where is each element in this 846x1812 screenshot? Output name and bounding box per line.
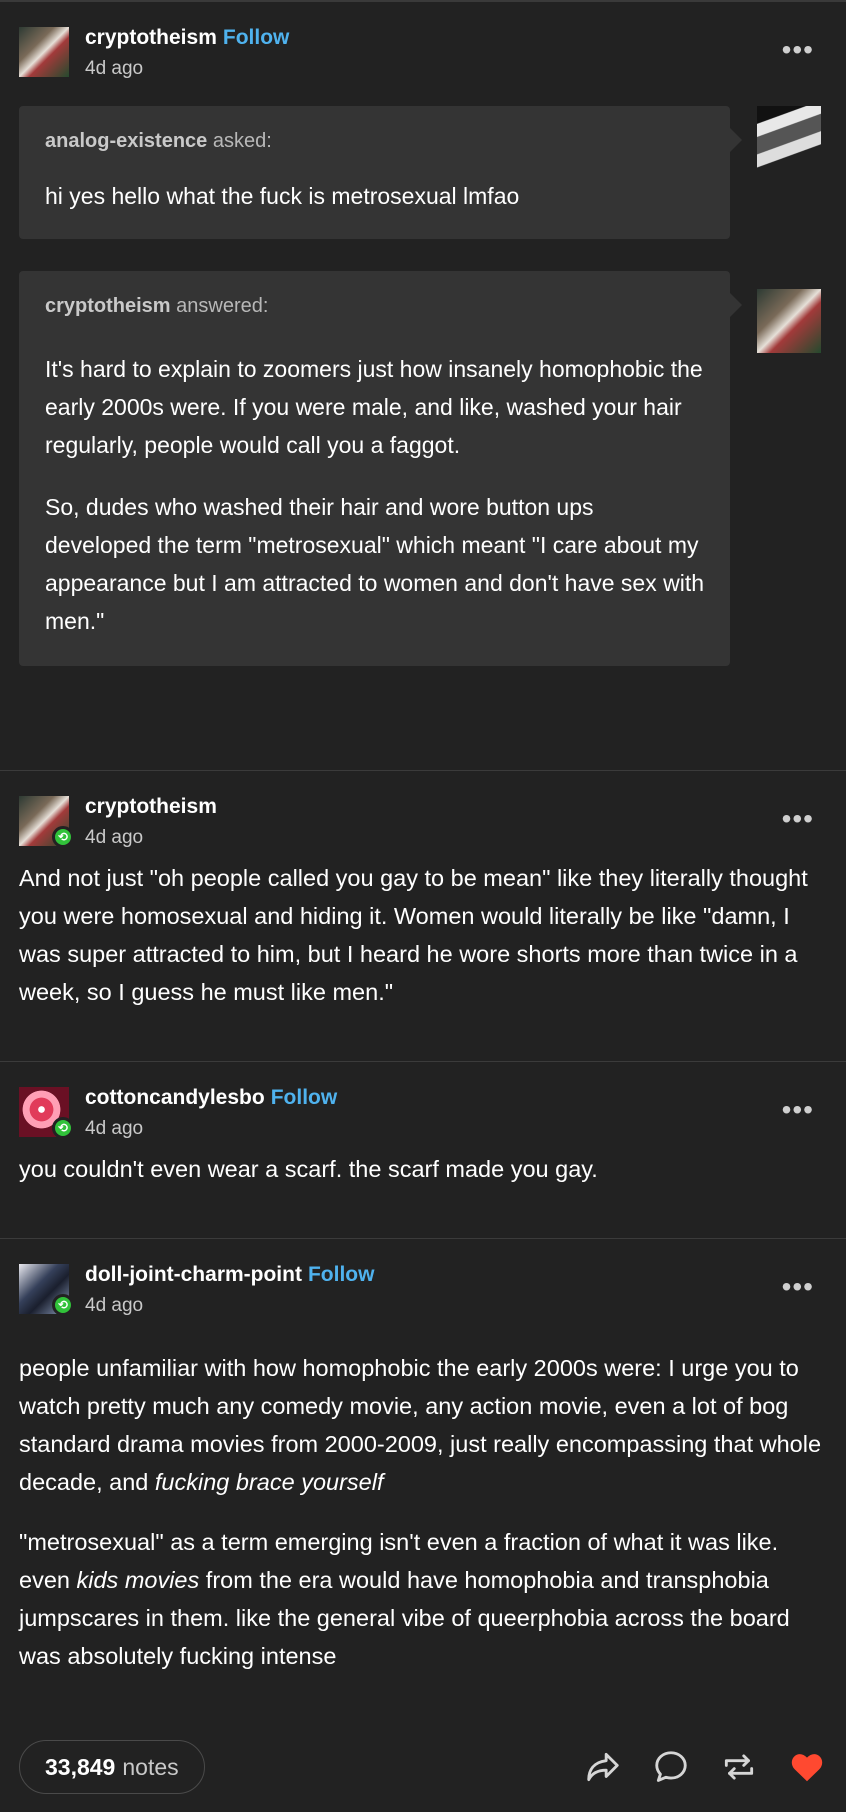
reblog-cottoncandylesbo: ⟲ cottoncandylesbo Follow 4d ago ••• you … [0, 1062, 846, 1239]
username[interactable]: cryptotheism [85, 26, 217, 49]
timestamp[interactable]: 4d ago [85, 1118, 143, 1140]
avatar[interactable] [19, 27, 69, 77]
post-actions [584, 1748, 826, 1786]
post-header: ⟲ doll-joint-charm-point Follow 4d ago ••… [0, 1239, 846, 1316]
share-icon[interactable] [584, 1748, 622, 1786]
reblog-text: you couldn't even wear a scarf. the scar… [0, 1150, 846, 1188]
username[interactable]: doll-joint-charm-point [85, 1263, 302, 1286]
reblog-text: people unfamiliar with how homophobic th… [0, 1349, 846, 1675]
more-options-icon[interactable]: ••• [782, 1273, 814, 1301]
asked-label: asked: [212, 130, 272, 152]
reblog-paragraph: you couldn't even wear a scarf. the scar… [19, 1156, 598, 1182]
ask-bubble: analog-existence asked: hi yes hello wha… [19, 106, 742, 239]
like-icon[interactable] [788, 1748, 826, 1786]
reblog-badge-icon: ⟲ [52, 1117, 74, 1139]
answer-paragraph: It's hard to explain to zoomers just how… [45, 356, 703, 458]
asker-avatar[interactable] [757, 106, 821, 170]
timestamp[interactable]: 4d ago [85, 827, 143, 849]
reblog-badge-icon: ⟲ [52, 1294, 74, 1316]
timestamp[interactable]: 4d ago [85, 1295, 143, 1317]
asker-name[interactable]: analog-existence [45, 130, 207, 152]
post-header: ⟲ cottoncandylesbo Follow 4d ago ••• [0, 1062, 846, 1139]
post-page: cryptotheism Follow 4d ago ••• analog-exi… [0, 0, 846, 1812]
answer-bubble: cryptotheism answered: It's hard to expl… [19, 271, 742, 666]
answered-label: answered: [176, 295, 269, 317]
reblog-doll-joint-charm-point: ⟲ doll-joint-charm-point Follow 4d ago ••… [0, 1239, 846, 1675]
post-header: ⟲ cryptotheism 4d ago ••• [0, 771, 846, 848]
notes-label: notes [122, 1753, 179, 1780]
username[interactable]: cottoncandylesbo [85, 1086, 265, 1109]
ask-question: hi yes hello what the fuck is metrosexua… [45, 183, 520, 209]
answer-paragraph: So, dudes who washed their hair and wore… [45, 494, 705, 634]
more-options-icon[interactable]: ••• [782, 36, 814, 64]
more-options-icon[interactable]: ••• [782, 805, 814, 833]
original-post: cryptotheism Follow 4d ago ••• analog-exi… [0, 2, 846, 771]
more-options-icon[interactable]: ••• [782, 1096, 814, 1124]
reblog-paragraph: people unfamiliar with how homophobic th… [19, 1355, 822, 1495]
reblog-paragraph: "metrosexual" as a term emerging isn't e… [19, 1529, 790, 1669]
answer-text: It's hard to explain to zoomers just how… [45, 350, 704, 640]
timestamp[interactable]: 4d ago [85, 58, 143, 80]
post-header: cryptotheism Follow 4d ago ••• [0, 2, 846, 79]
reblog-paragraph: And not just "oh people called you gay t… [19, 865, 808, 1005]
notes-button[interactable]: 33,849 notes [19, 1740, 205, 1794]
follow-button[interactable]: Follow [223, 26, 290, 49]
answerer-avatar[interactable] [757, 289, 821, 353]
reblog-text: And not just "oh people called you gay t… [0, 859, 846, 1011]
reblog-badge-icon: ⟲ [52, 826, 74, 848]
reply-icon[interactable] [652, 1748, 690, 1786]
reblog-cryptotheism: ⟲ cryptotheism 4d ago ••• And not just "… [0, 771, 846, 1062]
username[interactable]: cryptotheism [85, 795, 217, 818]
answerer-name[interactable]: cryptotheism [45, 295, 171, 317]
notes-count: 33,849 [45, 1753, 116, 1780]
follow-button[interactable]: Follow [271, 1086, 338, 1109]
post-footer: 33,849 notes [0, 1738, 846, 1798]
reblog-icon[interactable] [720, 1748, 758, 1786]
follow-button[interactable]: Follow [308, 1263, 375, 1286]
